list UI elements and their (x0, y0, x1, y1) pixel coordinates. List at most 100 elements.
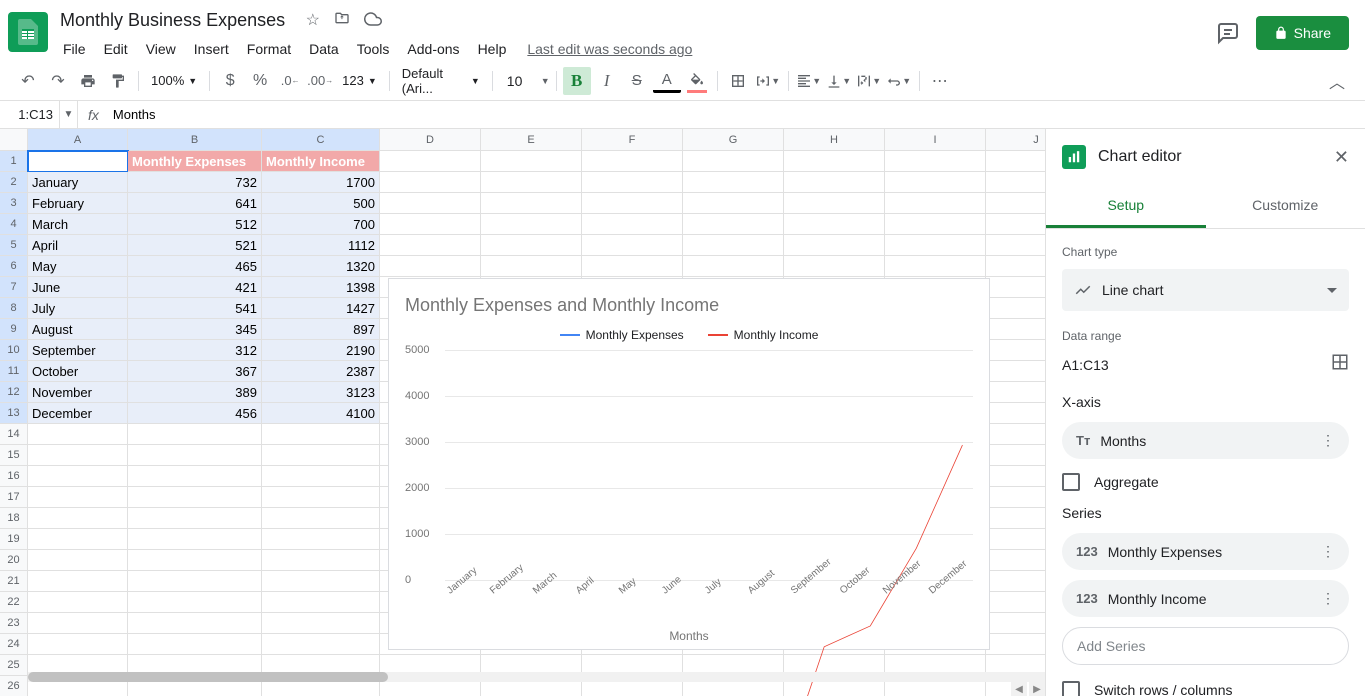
cell[interactable] (262, 634, 380, 655)
cell[interactable] (262, 529, 380, 550)
tab-customize[interactable]: Customize (1206, 185, 1365, 228)
collapse-toolbar-icon[interactable]: ︿ (1323, 67, 1351, 95)
cell[interactable]: 3123 (262, 382, 380, 403)
cell[interactable]: 2190 (262, 340, 380, 361)
cell[interactable] (28, 634, 128, 655)
chart-type-select[interactable]: Line chart (1062, 269, 1349, 311)
cell[interactable] (28, 424, 128, 445)
cell[interactable] (784, 172, 885, 193)
cell[interactable] (262, 466, 380, 487)
row-head-6[interactable]: 6 (0, 256, 28, 277)
row-head-11[interactable]: 11 (0, 361, 28, 382)
number-format-select[interactable]: 123 ▼ (336, 73, 383, 88)
cell[interactable] (481, 235, 582, 256)
cell[interactable] (128, 592, 262, 613)
percent-button[interactable]: % (246, 67, 274, 95)
cell[interactable] (128, 508, 262, 529)
cell[interactable]: August (28, 319, 128, 340)
cell[interactable] (262, 592, 380, 613)
cell[interactable]: 465 (128, 256, 262, 277)
cell[interactable] (986, 382, 1045, 403)
cell[interactable] (885, 256, 986, 277)
cell[interactable] (986, 613, 1045, 634)
cell[interactable] (986, 529, 1045, 550)
last-edit[interactable]: Last edit was seconds ago (527, 37, 692, 61)
cell[interactable] (128, 529, 262, 550)
row-head-26[interactable]: 26 (0, 676, 28, 696)
cell[interactable]: 345 (128, 319, 262, 340)
cell[interactable] (784, 193, 885, 214)
more-options-icon[interactable]: ⋮ (1321, 543, 1335, 560)
cell[interactable]: 512 (128, 214, 262, 235)
cell[interactable] (128, 634, 262, 655)
cell[interactable] (380, 256, 481, 277)
cell[interactable] (380, 151, 481, 172)
row-head-17[interactable]: 17 (0, 487, 28, 508)
cell[interactable] (262, 445, 380, 466)
cell[interactable] (683, 193, 784, 214)
cell[interactable]: 897 (262, 319, 380, 340)
select-range-icon[interactable] (1331, 353, 1349, 376)
col-head-I[interactable]: I (885, 129, 986, 151)
cell[interactable]: May (28, 256, 128, 277)
strikethrough-button[interactable]: S (623, 67, 651, 95)
cell[interactable] (28, 592, 128, 613)
close-icon[interactable]: ✕ (1334, 147, 1349, 168)
cell[interactable] (481, 151, 582, 172)
cell[interactable] (986, 340, 1045, 361)
cell[interactable] (582, 214, 683, 235)
cell[interactable] (262, 613, 380, 634)
row-head-12[interactable]: 12 (0, 382, 28, 403)
redo-button[interactable]: ↷ (44, 67, 72, 95)
font-size-input[interactable]: 10 (499, 73, 539, 89)
row-head-7[interactable]: 7 (0, 277, 28, 298)
row-head-21[interactable]: 21 (0, 571, 28, 592)
col-head-J[interactable]: J (986, 129, 1045, 151)
move-icon[interactable] (334, 10, 350, 33)
print-button[interactable] (74, 67, 102, 95)
cell[interactable] (683, 214, 784, 235)
sheets-logo[interactable] (8, 12, 48, 52)
row-head-10[interactable]: 10 (0, 340, 28, 361)
more-options-icon[interactable]: ⋮ (1321, 590, 1335, 607)
cell[interactable]: 500 (262, 193, 380, 214)
cell[interactable] (986, 424, 1045, 445)
cell[interactable] (380, 193, 481, 214)
cell[interactable] (986, 592, 1045, 613)
cell[interactable]: 700 (262, 214, 380, 235)
fill-color-button[interactable] (683, 67, 711, 95)
col-head-H[interactable]: H (784, 129, 885, 151)
cell[interactable] (262, 571, 380, 592)
font-select[interactable]: Default (Ari... ▼ (396, 66, 486, 96)
row-head-9[interactable]: 9 (0, 319, 28, 340)
cell[interactable] (885, 151, 986, 172)
row-head-19[interactable]: 19 (0, 529, 28, 550)
embedded-chart[interactable]: Monthly Expenses and Monthly Income Mont… (388, 278, 990, 650)
cell[interactable] (885, 172, 986, 193)
row-head-1[interactable]: 1 (0, 151, 28, 172)
cell[interactable] (128, 613, 262, 634)
cell[interactable]: 732 (128, 172, 262, 193)
cell[interactable] (262, 487, 380, 508)
switch-rows-checkbox[interactable] (1062, 681, 1080, 696)
cell[interactable]: 312 (128, 340, 262, 361)
cell[interactable] (481, 256, 582, 277)
row-head-22[interactable]: 22 (0, 592, 28, 613)
menu-format[interactable]: Format (240, 37, 298, 61)
row-head-15[interactable]: 15 (0, 445, 28, 466)
zoom-select[interactable]: 100% ▼ (145, 73, 203, 88)
data-range-input[interactable]: A1:C13 (1062, 357, 1331, 373)
cell[interactable]: September (28, 340, 128, 361)
add-series-button[interactable]: Add Series (1062, 627, 1349, 665)
cell[interactable] (262, 508, 380, 529)
cell[interactable] (986, 172, 1045, 193)
cell[interactable] (986, 508, 1045, 529)
cell[interactable] (885, 193, 986, 214)
name-box-dropdown[interactable]: ▼ (60, 101, 78, 128)
undo-button[interactable]: ↶ (14, 67, 42, 95)
cell[interactable] (784, 214, 885, 235)
row-head-14[interactable]: 14 (0, 424, 28, 445)
menu-file[interactable]: File (56, 37, 93, 61)
cell[interactable] (986, 319, 1045, 340)
menu-insert[interactable]: Insert (187, 37, 236, 61)
